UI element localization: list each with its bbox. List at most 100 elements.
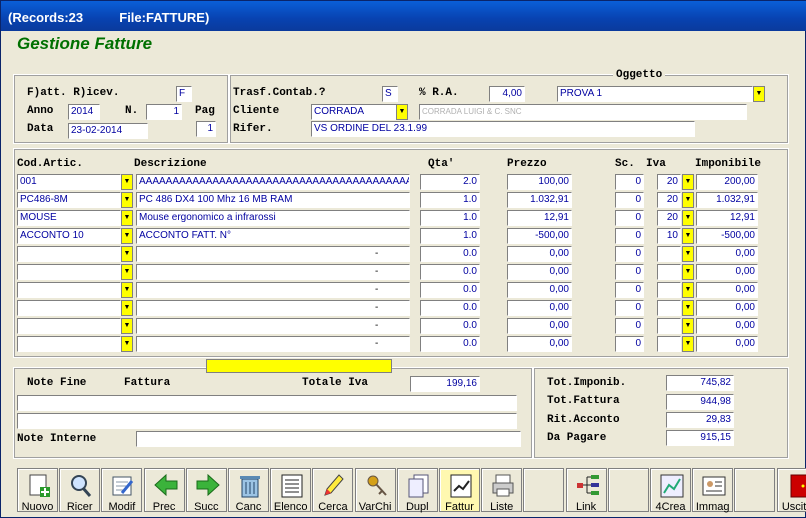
line-cod-dropdown-button[interactable]: ▼ xyxy=(121,246,133,262)
toolbar-button-liste[interactable]: Liste xyxy=(481,468,523,513)
line-qta-field[interactable]: 1.0 xyxy=(420,228,480,244)
line-iva-dropdown-button[interactable]: ▼ xyxy=(682,282,694,298)
line-sc-field[interactable]: 0 xyxy=(615,300,644,316)
line-cod-dropdown-button[interactable]: ▼ xyxy=(121,300,133,316)
numero-field[interactable]: 1 xyxy=(146,104,182,120)
cliente-dropdown-button[interactable]: ▼ xyxy=(396,104,408,120)
line-iva-dropdown-button[interactable]: ▼ xyxy=(682,210,694,226)
line-prezzo-field[interactable]: 0,00 xyxy=(507,318,572,334)
toolbar-button-ricer[interactable]: Ricer xyxy=(59,468,101,513)
line-sc-field[interactable]: 0 xyxy=(615,282,644,298)
toolbar-button-modif[interactable]: Modif xyxy=(101,468,143,513)
line-iva-field[interactable]: 20 xyxy=(657,192,681,208)
line-sc-field[interactable]: 0 xyxy=(615,192,644,208)
line-prezzo-field[interactable]: 0,00 xyxy=(507,300,572,316)
line-desc-field[interactable]: - xyxy=(136,318,410,334)
line-qta-field[interactable]: 1.0 xyxy=(420,210,480,226)
toolbar-button-canc[interactable]: Canc xyxy=(228,468,269,513)
line-qta-field[interactable]: 2.0 xyxy=(420,174,480,190)
line-qta-field[interactable]: 0.0 xyxy=(420,282,480,298)
line-iva-field[interactable]: 20 xyxy=(657,174,681,190)
line-iva-field[interactable] xyxy=(657,246,681,262)
rifer-field[interactable]: VS ORDINE DEL 23.1.99 xyxy=(311,121,695,137)
line-desc-field[interactable]: - xyxy=(136,264,410,280)
line-iva-dropdown-button[interactable]: ▼ xyxy=(682,174,694,190)
line-cod-dropdown-button[interactable]: ▼ xyxy=(121,228,133,244)
line-cod-dropdown-button[interactable]: ▼ xyxy=(121,336,133,352)
line-cod-field[interactable] xyxy=(17,318,121,334)
line-qta-field[interactable]: 0.0 xyxy=(420,336,480,352)
line-iva-field[interactable] xyxy=(657,300,681,316)
line-sc-field[interactable]: 0 xyxy=(615,318,644,334)
line-iva-dropdown-button[interactable]: ▼ xyxy=(682,228,694,244)
line-prezzo-field[interactable]: 0,00 xyxy=(507,264,572,280)
line-desc-field[interactable]: PC 486 DX4 100 Mhz 16 MB RAM xyxy=(136,192,410,208)
line-sc-field[interactable]: 0 xyxy=(615,174,644,190)
line-iva-field[interactable] xyxy=(657,336,681,352)
fattura-ricev-field[interactable]: F xyxy=(176,86,192,102)
line-cod-field[interactable] xyxy=(17,246,121,262)
line-cod-field[interactable] xyxy=(17,264,121,280)
line-desc-field[interactable]: - xyxy=(136,282,410,298)
trasf-contab-field[interactable]: S xyxy=(382,86,398,102)
toolbar-button-uscita[interactable]: Uscita xyxy=(776,468,806,513)
line-desc-field[interactable]: - xyxy=(136,246,410,262)
cliente-code-field[interactable]: CORRADA xyxy=(311,104,397,120)
line-prezzo-field[interactable]: 0,00 xyxy=(507,336,572,352)
line-cod-dropdown-button[interactable]: ▼ xyxy=(121,318,133,334)
line-cod-dropdown-button[interactable]: ▼ xyxy=(121,174,133,190)
toolbar-button-succ[interactable]: Succ xyxy=(185,468,227,513)
line-cod-dropdown-button[interactable]: ▼ xyxy=(121,192,133,208)
line-prezzo-field[interactable]: 100,00 xyxy=(507,174,572,190)
pag-field[interactable]: 1 xyxy=(196,121,216,137)
toolbar-button-immag[interactable]: Immag xyxy=(692,468,734,513)
toolbar-button-dupl[interactable]: Dupl xyxy=(396,468,438,513)
anno-field[interactable]: 2014 xyxy=(68,104,100,120)
line-prezzo-field[interactable]: 0,00 xyxy=(507,246,572,262)
line-cod-field[interactable]: PC486-8M xyxy=(17,192,121,208)
toolbar-button-fattur[interactable]: Fattur xyxy=(439,468,480,513)
line-iva-dropdown-button[interactable]: ▼ xyxy=(682,192,694,208)
toolbar-button-prec[interactable]: Prec xyxy=(143,468,185,513)
line-sc-field[interactable]: 0 xyxy=(615,228,644,244)
line-cod-field[interactable] xyxy=(17,336,121,352)
line-qta-field[interactable]: 0.0 xyxy=(420,300,480,316)
line-desc-field[interactable]: ACCONTO FATT. N° xyxy=(136,228,410,244)
toolbar-button-4crea[interactable]: 4Crea xyxy=(650,468,691,513)
line-cod-dropdown-button[interactable]: ▼ xyxy=(121,264,133,280)
note-fine-line1[interactable] xyxy=(17,395,517,411)
data-field[interactable]: 23-02-2014 xyxy=(68,123,148,139)
line-cod-field[interactable]: 001 xyxy=(17,174,121,190)
line-iva-dropdown-button[interactable]: ▼ xyxy=(682,264,694,280)
line-prezzo-field[interactable]: 0,00 xyxy=(507,282,572,298)
toolbar-button-elenco[interactable]: Elenco xyxy=(270,468,312,513)
line-cod-dropdown-button[interactable]: ▼ xyxy=(121,282,133,298)
line-prezzo-field[interactable]: -500,00 xyxy=(507,228,572,244)
line-desc-field[interactable]: AAAAAAAAAAAAAAAAAAAAAAAAAAAAAAAAAAAAAAAA… xyxy=(136,174,410,190)
line-qta-field[interactable]: 0.0 xyxy=(420,246,480,262)
line-iva-dropdown-button[interactable]: ▼ xyxy=(682,246,694,262)
line-iva-field[interactable]: 20 xyxy=(657,210,681,226)
line-iva-dropdown-button[interactable]: ▼ xyxy=(682,336,694,352)
line-prezzo-field[interactable]: 1.032,91 xyxy=(507,192,572,208)
line-prezzo-field[interactable]: 12,91 xyxy=(507,210,572,226)
line-sc-field[interactable]: 0 xyxy=(615,336,644,352)
line-iva-field[interactable] xyxy=(657,318,681,334)
ra-field[interactable]: 4,00 xyxy=(489,86,525,102)
line-sc-field[interactable]: 0 xyxy=(615,210,644,226)
note-interne-field[interactable] xyxy=(136,431,521,447)
toolbar-button-nuovo[interactable]: Nuovo xyxy=(17,468,58,513)
line-iva-field[interactable] xyxy=(657,264,681,280)
line-iva-dropdown-button[interactable]: ▼ xyxy=(682,300,694,316)
line-iva-field[interactable]: 10 xyxy=(657,228,681,244)
line-cod-field[interactable] xyxy=(17,282,121,298)
line-cod-dropdown-button[interactable]: ▼ xyxy=(121,210,133,226)
line-desc-field[interactable]: Mouse ergonomico a infrarossi xyxy=(136,210,410,226)
line-qta-field[interactable]: 0.0 xyxy=(420,318,480,334)
toolbar-button-cerca[interactable]: Cerca xyxy=(312,468,354,513)
line-cod-field[interactable]: MOUSE xyxy=(17,210,121,226)
oggetto-dropdown-button[interactable]: ▼ xyxy=(753,86,765,102)
line-desc-field[interactable]: - xyxy=(136,300,410,316)
line-sc-field[interactable]: 0 xyxy=(615,246,644,262)
line-cod-field[interactable]: ACCONTO 10 xyxy=(17,228,121,244)
